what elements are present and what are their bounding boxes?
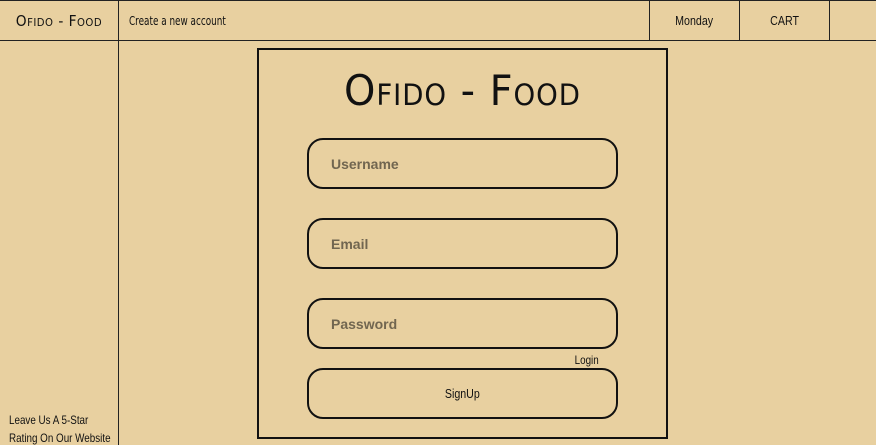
page: Ofido - Food Create a new account Monday… (0, 0, 876, 445)
create-account-cell: Create a new account (119, 1, 649, 40)
brand-logo[interactable]: Ofido - Food (16, 12, 102, 30)
rating-line-1: Leave Us A 5-Star (9, 413, 89, 427)
rating-line-2: Rating On Our Website (9, 431, 111, 445)
rating-prompt: Leave Us A 5-Star Rating On Our Website (9, 411, 119, 445)
password-input[interactable] (307, 298, 618, 349)
left-sidebar: Leave Us A 5-Star Rating On Our Website (0, 41, 119, 445)
signup-button[interactable]: SignUp (307, 368, 618, 419)
top-navbar: Ofido - Food Create a new account Monday… (0, 0, 876, 41)
cart-button[interactable]: CART (740, 1, 830, 40)
signup-label: SignUp (445, 386, 480, 401)
brand-logo-cell[interactable]: Ofido - Food (0, 1, 119, 40)
username-input[interactable] (307, 138, 618, 189)
login-label[interactable]: Login (575, 353, 599, 367)
cart-label[interactable]: CART (770, 13, 799, 28)
login-link[interactable]: Login (572, 353, 601, 367)
day-label: Monday (675, 13, 714, 28)
email-input[interactable] (307, 218, 618, 269)
create-account-link[interactable]: Create a new account (129, 14, 226, 28)
form-title: Ofido - Food (344, 66, 581, 115)
signup-form: Ofido - Food Login SignUp (257, 48, 668, 439)
day-cell: Monday (649, 1, 740, 40)
